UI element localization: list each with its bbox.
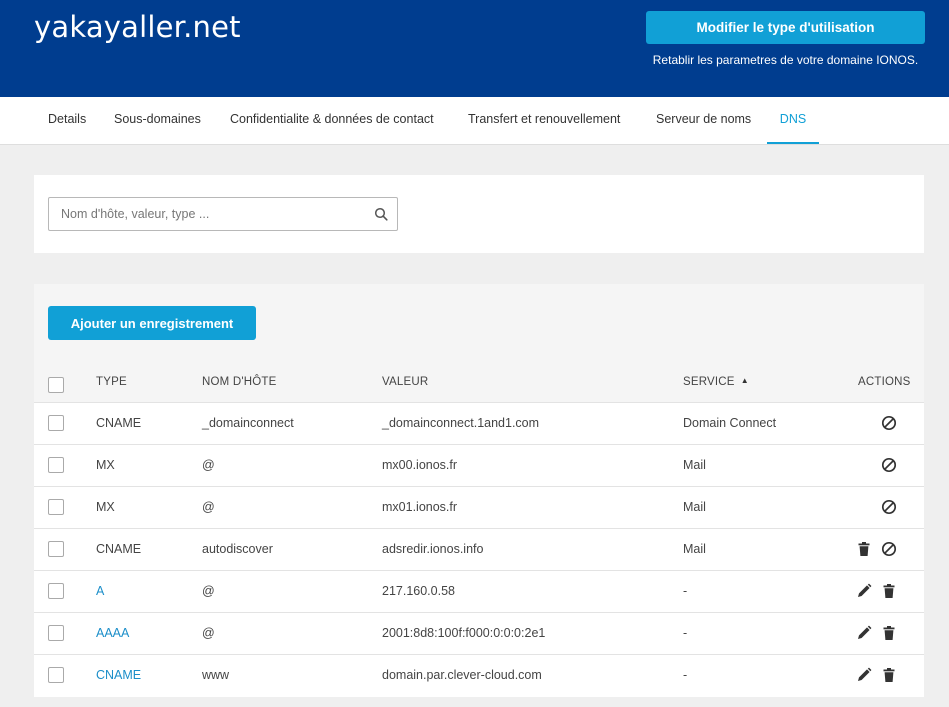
tab-transfer-renewal[interactable]: Transfert et renouvellement — [468, 97, 620, 144]
record-value: adsredir.ionos.info — [382, 542, 484, 556]
record-value: mx01.ionos.fr — [382, 500, 458, 514]
record-value: 217.160.0.58 — [382, 584, 455, 598]
column-header-actions: ACTIONS — [858, 376, 911, 388]
disable-icon[interactable] — [881, 499, 897, 515]
record-host: www — [202, 668, 230, 682]
search-icon[interactable] — [374, 207, 388, 221]
record-service: Domain Connect — [683, 416, 777, 430]
sort-ascending-icon: ▲ — [740, 376, 749, 385]
add-record-button[interactable]: Ajouter un enregistrement — [48, 306, 256, 340]
tab-subdomains[interactable]: Sous-domaines — [114, 97, 201, 144]
modify-usage-type-button[interactable]: Modifier le type d'utilisation — [646, 11, 925, 44]
domain-title: yakayaller.net — [34, 10, 241, 44]
trash-icon[interactable] — [881, 583, 897, 599]
record-type: CNAME — [96, 416, 142, 430]
record-type-link[interactable]: CNAME — [96, 655, 141, 697]
record-host: @ — [202, 626, 215, 640]
header: yakayaller.net Modifier le type d'utilis… — [0, 0, 949, 97]
column-header-value[interactable]: VALEUR — [382, 376, 428, 388]
table-row: AAAA @ 2001:8d8:100f:f000:0:0:0:2e1 - — [34, 612, 924, 654]
row-checkbox[interactable] — [48, 625, 64, 641]
record-value: _domainconnect.1and1.com — [382, 416, 540, 430]
tab-details[interactable]: Details — [48, 97, 86, 144]
record-host: _domainconnect — [202, 416, 294, 430]
row-checkbox[interactable] — [48, 499, 64, 515]
table-row: CNAME autodiscover adsredir.ionos.info M… — [34, 528, 924, 570]
dns-records-panel: Ajouter un enregistrement TYPE NOM D'HÔT… — [34, 284, 924, 697]
edit-icon[interactable] — [856, 583, 872, 599]
row-checkbox[interactable] — [48, 667, 64, 683]
column-header-service[interactable]: SERVICE ▲ — [683, 376, 749, 388]
row-checkbox[interactable] — [48, 415, 64, 431]
disable-icon[interactable] — [881, 457, 897, 473]
trash-icon[interactable] — [856, 541, 872, 557]
record-type-link[interactable]: A — [96, 571, 104, 613]
select-all-checkbox[interactable] — [48, 377, 64, 393]
record-service: Mail — [683, 500, 706, 514]
trash-icon[interactable] — [881, 667, 897, 683]
search-input[interactable] — [49, 198, 369, 230]
tab-nameservers[interactable]: Serveur de noms — [656, 97, 751, 144]
tab-dns[interactable]: DNS — [767, 97, 819, 144]
tab-privacy-contact[interactable]: Confidentialite & données de contact — [230, 97, 434, 144]
trash-icon[interactable] — [881, 625, 897, 641]
column-header-host[interactable]: NOM D'HÔTE — [202, 376, 276, 388]
row-checkbox[interactable] — [48, 541, 64, 557]
table-row: MX @ mx01.ionos.fr Mail — [34, 486, 924, 528]
record-type: MX — [96, 458, 115, 472]
record-service: - — [683, 584, 688, 598]
edit-icon[interactable] — [856, 625, 872, 641]
record-value: domain.par.clever-cloud.com — [382, 668, 542, 682]
table-row: A @ 217.160.0.58 - — [34, 570, 924, 612]
disable-icon[interactable] — [881, 541, 897, 557]
record-type: MX — [96, 500, 115, 514]
column-header-service-label: SERVICE — [683, 376, 735, 388]
record-type: CNAME — [96, 542, 142, 556]
record-host: @ — [202, 584, 215, 598]
record-host: @ — [202, 500, 215, 514]
record-service: - — [683, 626, 688, 640]
disable-icon[interactable] — [881, 415, 897, 431]
edit-icon[interactable] — [856, 667, 872, 683]
record-value: mx00.ionos.fr — [382, 458, 458, 472]
table-row: CNAME _domainconnect _domainconnect.1and… — [34, 402, 924, 444]
row-checkbox[interactable] — [48, 583, 64, 599]
search-panel — [34, 175, 924, 253]
record-service: Mail — [683, 458, 706, 472]
record-value: 2001:8d8:100f:f000:0:0:0:2e1 — [382, 626, 546, 640]
table-row: MX @ mx00.ionos.fr Mail — [34, 444, 924, 486]
record-host: @ — [202, 458, 215, 472]
row-checkbox[interactable] — [48, 457, 64, 473]
record-host: autodiscover — [202, 542, 273, 556]
record-type-link[interactable]: AAAA — [96, 613, 129, 655]
search-box — [48, 197, 398, 231]
domain-tabs: Details Sous-domaines Confidentialite & … — [0, 97, 949, 145]
record-service: - — [683, 668, 688, 682]
records-toolbar — [34, 284, 924, 402]
record-service: Mail — [683, 542, 706, 556]
reset-domain-settings-link[interactable]: Retablir les parametres de votre domaine… — [646, 52, 925, 68]
table-row: CNAME www domain.par.clever-cloud.com - — [34, 654, 924, 696]
column-header-type[interactable]: TYPE — [96, 376, 127, 388]
